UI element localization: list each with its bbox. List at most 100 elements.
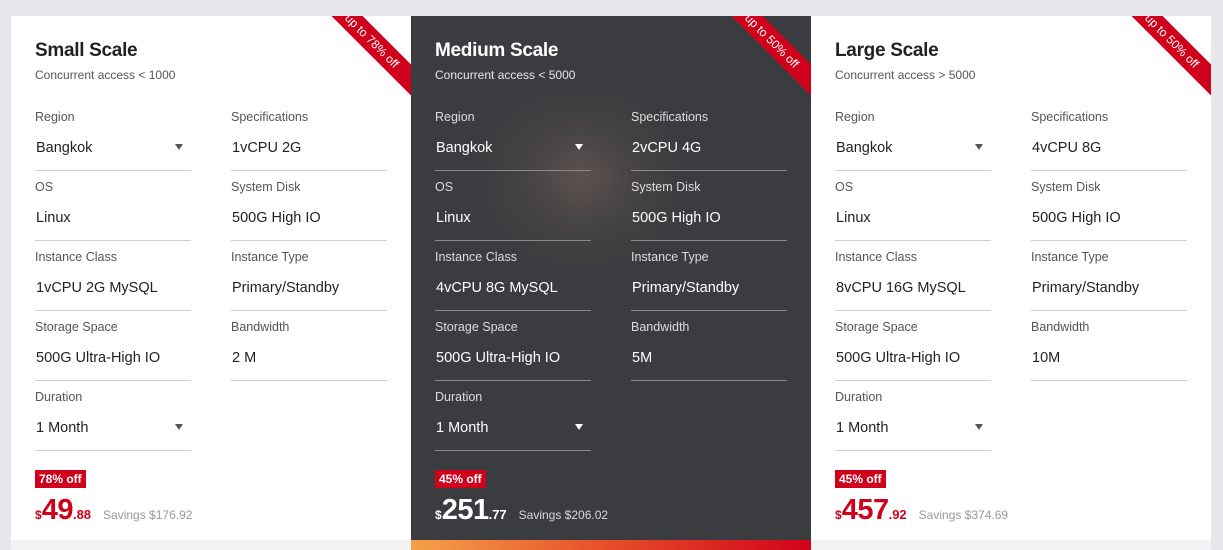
duration-select[interactable]: 1 Month	[35, 419, 191, 451]
duration-label: Duration	[35, 390, 83, 404]
chevron-down-icon	[175, 144, 183, 150]
instance-type-field: Instance Type Primary/Standby	[231, 249, 387, 311]
region-label: Region	[35, 110, 75, 124]
chevron-down-icon	[175, 424, 183, 430]
system-disk-label: System Disk	[631, 180, 701, 194]
bandwidth-field: Bandwidth 5M	[631, 319, 787, 381]
chevron-down-icon	[575, 144, 583, 150]
buy-button-bar[interactable]	[411, 540, 811, 550]
region-select[interactable]: Bangkok	[435, 139, 591, 171]
instance-class-value: 4vCPU 8G MySQL	[435, 279, 591, 311]
storage-space-field: Storage Space 500G Ultra-High IO	[435, 319, 591, 381]
region-field: Region Bangkok	[835, 109, 991, 171]
savings-text: Savings $206.02	[518, 508, 609, 522]
instance-type-label: Instance Type	[231, 250, 309, 264]
instance-type-value: Primary/Standby	[631, 279, 787, 311]
os-field: OS Linux	[35, 179, 191, 241]
system-disk-field: System Disk 500G High IO	[631, 179, 787, 241]
region-label: Region	[435, 110, 475, 124]
buy-button-bar[interactable]	[11, 540, 411, 550]
chevron-down-icon	[975, 424, 983, 430]
price-integer: 49	[41, 494, 74, 526]
storage-space-value: 500G Ultra-High IO	[835, 349, 991, 381]
os-field: OS Linux	[435, 179, 591, 241]
instance-class-label: Instance Class	[35, 250, 117, 264]
discount-badge: 45% off	[435, 470, 486, 488]
system-disk-field: System Disk 500G High IO	[1031, 179, 1187, 241]
duration-field: Duration 1 Month	[435, 389, 591, 451]
price: $49.88 Savings $176.92	[35, 494, 192, 527]
instance-class-value: 1vCPU 2G MySQL	[35, 279, 191, 311]
price: $457.92 Savings $374.69	[835, 494, 1008, 527]
region-select[interactable]: Bangkok	[35, 139, 191, 171]
system-disk-value: 500G High IO	[631, 209, 787, 241]
instance-type-label: Instance Type	[1031, 250, 1109, 264]
storage-space-label: Storage Space	[35, 320, 118, 334]
buy-button-bar[interactable]	[811, 540, 1211, 550]
specifications-value: 2vCPU 4G	[631, 139, 787, 171]
os-value: Linux	[435, 209, 591, 241]
bandwidth-field: Bandwidth 2 M	[231, 319, 387, 381]
discount-ribbon: up to 50% off	[711, 16, 811, 102]
bandwidth-value: 2 M	[231, 349, 387, 381]
discount-badge: 45% off	[835, 470, 886, 488]
instance-type-value: Primary/Standby	[1031, 279, 1187, 311]
price-decimal: .77	[488, 507, 507, 522]
region-value: Bangkok	[836, 140, 893, 156]
specifications-value: 1vCPU 2G	[231, 139, 387, 171]
price-integer: 457	[841, 494, 889, 526]
storage-space-field: Storage Space 500G Ultra-High IO	[835, 319, 991, 381]
system-disk-label: System Disk	[1031, 180, 1101, 194]
instance-type-field: Instance Type Primary/Standby	[631, 249, 787, 311]
region-value: Bangkok	[436, 140, 493, 156]
system-disk-label: System Disk	[231, 180, 301, 194]
bandwidth-label: Bandwidth	[1031, 320, 1090, 334]
plan-subtitle: Concurrent access < 1000	[35, 68, 176, 82]
storage-space-value: 500G Ultra-High IO	[435, 349, 591, 381]
storage-space-label: Storage Space	[435, 320, 518, 334]
instance-class-field: Instance Class 8vCPU 16G MySQL	[835, 249, 991, 311]
plan-subtitle: Concurrent access < 5000	[435, 68, 576, 82]
discount-ribbon: up to 50% off	[1111, 16, 1211, 102]
plan-title: Large Scale	[835, 40, 939, 61]
specifications-label: Specifications	[631, 110, 709, 124]
storage-space-label: Storage Space	[835, 320, 918, 334]
storage-space-value: 500G Ultra-High IO	[35, 349, 191, 381]
region-value: Bangkok	[36, 140, 93, 156]
plan-card-medium: up to 50% off Medium Scale Concurrent ac…	[411, 16, 811, 550]
chevron-down-icon	[975, 144, 983, 150]
specifications-field: Specifications 4vCPU 8G	[1031, 109, 1187, 171]
instance-class-label: Instance Class	[835, 250, 917, 264]
region-field: Region Bangkok	[35, 109, 191, 171]
price-decimal: .88	[72, 507, 92, 522]
os-label: OS	[435, 180, 454, 194]
os-value: Linux	[835, 209, 991, 241]
price-integer: 251	[441, 494, 489, 526]
duration-field: Duration 1 Month	[35, 389, 191, 451]
discount-badge: 78% off	[35, 470, 86, 488]
price-currency: $	[835, 508, 842, 522]
region-select[interactable]: Bangkok	[835, 139, 991, 171]
pricing-cards: up to 78% off Small Scale Concurrent acc…	[11, 16, 1211, 550]
price-decimal: .92	[888, 507, 907, 522]
price-currency: $	[435, 508, 442, 522]
duration-label: Duration	[835, 390, 883, 404]
bandwidth-label: Bandwidth	[231, 320, 290, 334]
os-label: OS	[835, 180, 854, 194]
instance-type-label: Instance Type	[631, 250, 709, 264]
bandwidth-field: Bandwidth 10M	[1031, 319, 1187, 381]
instance-class-field: Instance Class 1vCPU 2G MySQL	[35, 249, 191, 311]
duration-select[interactable]: 1 Month	[835, 419, 991, 451]
plan-subtitle: Concurrent access > 5000	[835, 68, 976, 82]
os-field: OS Linux	[835, 179, 991, 241]
storage-space-field: Storage Space 500G Ultra-High IO	[35, 319, 191, 381]
duration-label: Duration	[435, 390, 483, 404]
instance-class-label: Instance Class	[435, 250, 517, 264]
duration-select[interactable]: 1 Month	[435, 419, 591, 451]
specifications-field: Specifications 2vCPU 4G	[631, 109, 787, 171]
plan-title: Small Scale	[35, 40, 138, 61]
bandwidth-value: 10M	[1031, 349, 1187, 381]
instance-type-field: Instance Type Primary/Standby	[1031, 249, 1187, 311]
instance-class-value: 8vCPU 16G MySQL	[835, 279, 991, 311]
price: $251.77 Savings $206.02	[435, 494, 608, 527]
